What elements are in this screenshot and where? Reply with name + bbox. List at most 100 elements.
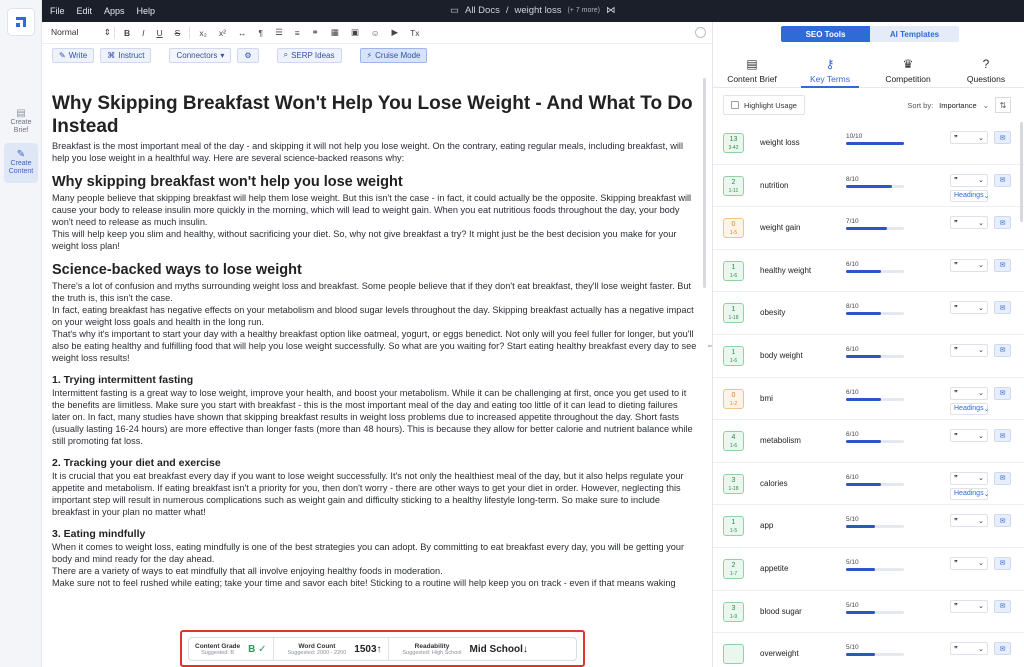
quote-dropdown[interactable]: ❞ ⌄ bbox=[950, 131, 988, 144]
bold-button[interactable]: B bbox=[118, 28, 136, 38]
key-term-row[interactable]: 0 1-5 weight gain 7/10 ❞ ⌄ ✉ bbox=[713, 207, 1024, 250]
paragraph-style-select[interactable]: Normal ⇕ bbox=[51, 27, 111, 38]
readability-stat[interactable]: Readability Suggested: High School Mid S… bbox=[387, 638, 534, 660]
quote-dropdown[interactable]: ❞ ⌄ bbox=[950, 301, 988, 315]
quote-dropdown[interactable]: ❞ ⌄ bbox=[950, 343, 988, 357]
image-icon[interactable]: ▣ bbox=[345, 27, 365, 38]
headings-dropdown[interactable]: Headings ⌄ bbox=[950, 189, 989, 202]
key-term-row[interactable]: 1 1-5 app 5/10 ❞ ⌄ ✉ bbox=[713, 505, 1024, 548]
list-icon[interactable]: ☰ bbox=[269, 27, 289, 38]
content-grade-stat[interactable]: Content Grade Suggested: B B ✓ bbox=[189, 638, 273, 660]
table-icon[interactable]: ▦ bbox=[325, 27, 345, 38]
clear-format-button[interactable]: Tx bbox=[404, 28, 425, 38]
insert-term-button[interactable]: ✉ bbox=[994, 343, 1011, 357]
insert-term-button[interactable]: ✉ bbox=[994, 599, 1011, 613]
highlight-checkbox[interactable] bbox=[731, 101, 739, 109]
subscript-button[interactable]: x₂ bbox=[193, 28, 213, 38]
quote-dropdown[interactable]: ❞ ⌄ bbox=[950, 471, 988, 485]
settings-button[interactable]: ⚙ bbox=[237, 47, 259, 63]
cruise-mode-button[interactable]: ⚡ Cruise Mode bbox=[359, 47, 428, 63]
breadcrumb-root[interactable]: All Docs bbox=[465, 5, 500, 16]
quote-dropdown[interactable]: ❞ ⌄ bbox=[950, 556, 988, 570]
align-icon[interactable]: ↔ bbox=[232, 28, 253, 38]
document-body[interactable]: Why Skipping Breakfast Won't Help You Lo… bbox=[52, 92, 697, 589]
sort-order-icon[interactable]: ⇅ bbox=[995, 97, 1011, 113]
editor-scrollbar[interactable] bbox=[703, 78, 706, 288]
headings-dropdown[interactable]: Headings ⌄ bbox=[950, 402, 989, 415]
content-grade-suggested: Suggested: B bbox=[201, 649, 235, 656]
quote-dropdown[interactable]: ❞ ⌄ bbox=[950, 386, 988, 400]
menu-edit[interactable]: Edit bbox=[77, 6, 93, 16]
key-term-row[interactable]: 13 3-42 weight loss 10/10 ❞ ⌄ ✉ bbox=[713, 122, 1024, 165]
quote-dropdown[interactable]: ❞ ⌄ bbox=[950, 216, 988, 230]
quote-icon: ❞ bbox=[954, 603, 958, 611]
key-term-row[interactable]: 1 1-18 obesity 8/10 ❞ ⌄ ✉ bbox=[713, 292, 1024, 335]
key-term-row[interactable]: 3 1-9 blood sugar 5/10 ❞ ⌄ ✉ bbox=[713, 591, 1024, 634]
tab-competition[interactable]: ♛ Competition bbox=[869, 52, 947, 87]
create-content-button[interactable]: ✎ Create Content bbox=[4, 143, 38, 183]
tab-content-brief[interactable]: ▤ Content Brief bbox=[713, 52, 791, 87]
insert-term-button[interactable]: ✉ bbox=[994, 471, 1011, 485]
emoji-icon[interactable]: ☺ bbox=[365, 28, 386, 38]
quote-dropdown[interactable]: ❞ ⌄ bbox=[950, 258, 988, 272]
highlight-usage-toggle[interactable]: Highlight Usage bbox=[723, 95, 805, 115]
instruct-button[interactable]: ⌘ Instruct bbox=[100, 47, 152, 63]
cruise-mode-label: Cruise Mode bbox=[375, 50, 421, 60]
insert-term-button[interactable]: ✉ bbox=[994, 173, 1011, 187]
edit-icon: ✎ bbox=[16, 148, 26, 160]
panel-scrollbar[interactable] bbox=[1020, 122, 1023, 222]
insert-term-button[interactable]: ✉ bbox=[994, 131, 1011, 144]
connectors-dropdown[interactable]: Connectors ▾ bbox=[169, 47, 232, 63]
sort-select[interactable]: Importance bbox=[939, 101, 977, 110]
quote-dropdown[interactable]: ❞ ⌄ bbox=[950, 599, 988, 613]
quote-dropdown[interactable]: ❞ ⌄ bbox=[950, 642, 988, 656]
serp-ideas-button[interactable]: ⌕ SERP Ideas bbox=[276, 47, 342, 63]
term-score: 8/10 bbox=[846, 175, 859, 183]
word-count-stat[interactable]: Word Count Suggested: 2000 - 2200 1503↑ bbox=[272, 638, 388, 660]
menu-help[interactable]: Help bbox=[137, 6, 156, 16]
paragraph-button[interactable]: ¶ bbox=[252, 28, 269, 38]
breadcrumb-doc[interactable]: weight loss bbox=[514, 5, 561, 16]
quote-dropdown[interactable]: ❞ ⌄ bbox=[950, 429, 988, 443]
insert-term-button[interactable]: ✉ bbox=[994, 258, 1011, 272]
app-logo[interactable] bbox=[7, 8, 35, 36]
key-term-row[interactable]: 2 1-11 nutrition 8/10 ❞ ⌄ ✉ Headings ⌄ bbox=[713, 165, 1024, 208]
strike-button[interactable]: S bbox=[169, 28, 187, 38]
key-term-row[interactable]: 1 1-6 body weight 6/10 ❞ ⌄ ✉ bbox=[713, 335, 1024, 378]
superscript-button[interactable]: x² bbox=[213, 28, 232, 38]
key-term-row[interactable]: 2 1-7 appetite 5/10 ❞ ⌄ ✉ bbox=[713, 548, 1024, 591]
write-button[interactable]: ✎ Write bbox=[52, 47, 95, 63]
italic-button[interactable]: I bbox=[136, 28, 150, 38]
menu-file[interactable]: File bbox=[50, 6, 65, 16]
ai-templates-tab[interactable]: AI Templates bbox=[870, 26, 959, 42]
seo-tools-tab[interactable]: SEO Tools bbox=[781, 26, 870, 42]
breadcrumb-more[interactable]: (+ 7 more) bbox=[567, 7, 599, 14]
insert-term-button[interactable]: ✉ bbox=[994, 556, 1011, 570]
insert-term-button[interactable]: ✉ bbox=[994, 429, 1011, 443]
key-term-row[interactable]: 1 1-6 healthy weight 6/10 ❞ ⌄ ✉ bbox=[713, 250, 1024, 293]
share-icon[interactable]: ⋈ bbox=[606, 5, 616, 16]
numbered-list-icon[interactable]: ≡ bbox=[289, 28, 306, 38]
menu-apps[interactable]: Apps bbox=[104, 6, 125, 16]
key-term-row[interactable]: 3 1-18 calories 6/10 ❞ ⌄ ✉ Headings ⌄ bbox=[713, 463, 1024, 506]
insert-term-button[interactable]: ✉ bbox=[994, 514, 1011, 528]
link-icon[interactable]: ⚭ bbox=[306, 27, 325, 38]
chevron-down-icon[interactable]: ⌄ bbox=[983, 101, 989, 110]
tab-key-terms[interactable]: ⚷ Key Terms bbox=[791, 52, 869, 88]
quote-dropdown[interactable]: ❞ ⌄ bbox=[950, 514, 988, 528]
video-icon[interactable]: ▶ bbox=[386, 27, 405, 38]
insert-term-button[interactable]: ✉ bbox=[994, 386, 1011, 400]
key-term-row[interactable]: overweight 5/10 ❞ ⌄ ✉ bbox=[713, 633, 1024, 667]
usage-count: 2 bbox=[731, 561, 736, 569]
key-term-row[interactable]: 0 1-2 bmi 6/10 ❞ ⌄ ✉ Headings ⌄ bbox=[713, 378, 1024, 421]
insert-term-button[interactable]: ✉ bbox=[994, 301, 1011, 315]
chevron-down-icon: ▾ bbox=[220, 50, 225, 60]
create-brief-button[interactable]: ▤ Create Brief bbox=[4, 102, 38, 142]
underline-button[interactable]: U bbox=[151, 28, 169, 38]
tab-questions[interactable]: ? Questions bbox=[947, 52, 1024, 87]
insert-term-button[interactable]: ✉ bbox=[994, 642, 1011, 656]
headings-dropdown[interactable]: Headings ⌄ bbox=[950, 487, 989, 500]
insert-term-button[interactable]: ✉ bbox=[994, 216, 1011, 230]
key-term-row[interactable]: 4 1-6 metabolism 6/10 ❞ ⌄ ✉ bbox=[713, 420, 1024, 463]
quote-dropdown[interactable]: ❞ ⌄ bbox=[950, 173, 988, 187]
